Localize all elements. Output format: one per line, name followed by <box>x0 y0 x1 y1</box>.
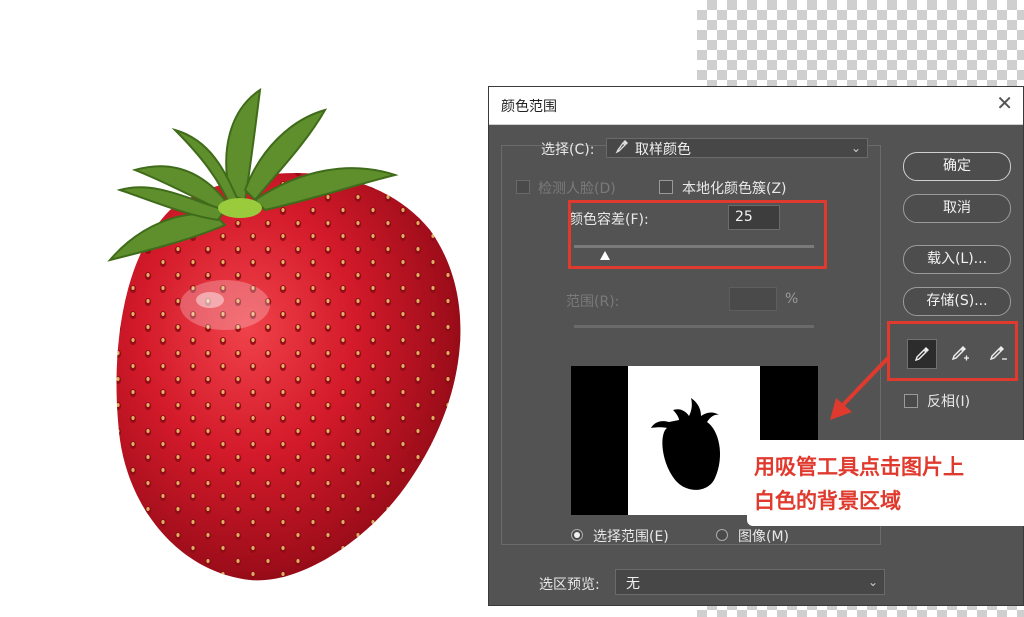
image-radio-label: 图像(M) <box>738 529 790 545</box>
selection-preview-value: 无 <box>626 576 640 592</box>
eyedropper-icon <box>615 139 629 159</box>
save-button[interactable]: 存储(S)... <box>903 287 1011 316</box>
selection-radio[interactable] <box>571 529 583 541</box>
callout-line-1: 用吸管工具点击图片上 <box>754 455 964 479</box>
selection-preview-label: 选区预览: <box>539 577 600 593</box>
strawberry-image <box>107 87 461 581</box>
image-radio[interactable] <box>716 529 728 541</box>
arrow-icon <box>830 356 890 420</box>
ok-button[interactable]: 确定 <box>903 152 1011 181</box>
localized-clusters-label: 本地化颜色簇(Z) <box>682 181 787 197</box>
cancel-button[interactable]: 取消 <box>903 194 1011 223</box>
select-dropdown[interactable]: 取样颜色 ⌄ <box>606 138 868 158</box>
range-label: 范围(R): <box>566 294 620 310</box>
range-slider-track[interactable] <box>574 325 814 328</box>
dialog-titlebar: 颜色范围 ✕ <box>489 87 1023 125</box>
dialog-title: 颜色范围 <box>501 99 557 115</box>
select-label: 选择(C): <box>541 142 595 158</box>
load-button[interactable]: 载入(L)... <box>903 245 1011 274</box>
chevron-down-icon: ⌄ <box>867 575 878 589</box>
invert-checkbox[interactable] <box>904 394 918 408</box>
eyedropper-highlight-box <box>887 321 1018 381</box>
detect-faces-checkbox[interactable] <box>516 180 530 194</box>
selection-radio-label: 选择范围(E) <box>593 529 669 545</box>
instruction-callout: 用吸管工具点击图片上 白色的背景区域 <box>747 440 1024 526</box>
detect-faces-label: 检测人脸(D) <box>538 181 616 197</box>
range-input[interactable] <box>729 287 777 311</box>
strawberry-silhouette <box>651 398 721 490</box>
fuzziness-highlight-box <box>568 200 827 269</box>
close-icon[interactable]: ✕ <box>996 93 1013 113</box>
select-value: 取样颜色 <box>635 142 691 158</box>
chevron-down-icon: ⌄ <box>850 141 861 155</box>
range-unit: % <box>785 291 799 307</box>
color-range-dialog: 颜色范围 ✕ 选择(C): 取样颜色 ⌄ 检测人脸(D) 本地化颜色簇(Z) 颜… <box>488 86 1024 606</box>
callout-line-2: 白色的背景区域 <box>754 489 901 513</box>
selection-preview-dropdown[interactable]: 无 ⌄ <box>615 569 885 595</box>
localized-clusters-checkbox[interactable] <box>659 180 673 194</box>
invert-label: 反相(I) <box>927 394 971 410</box>
